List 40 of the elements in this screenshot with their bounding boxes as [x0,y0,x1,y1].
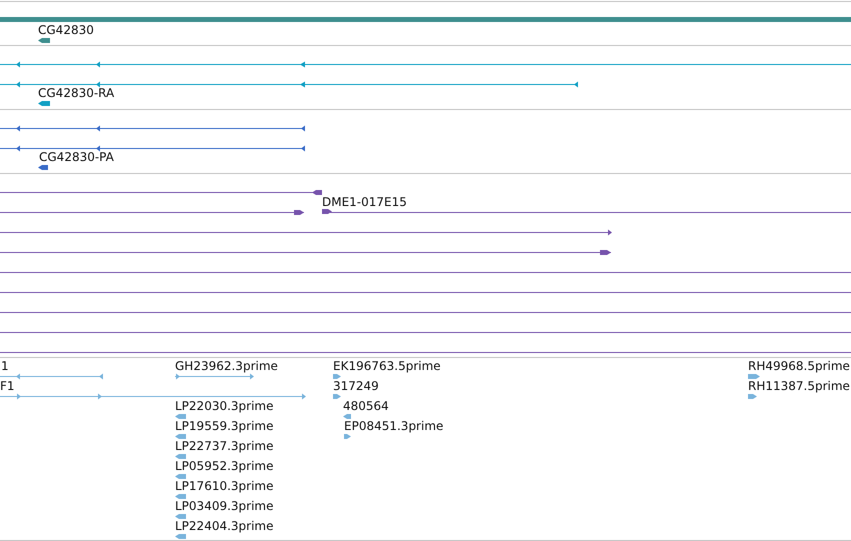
est-feature-glyph[interactable] [175,534,186,539]
est-feature-glyph[interactable] [174,374,254,380]
est-feature-glyph[interactable] [175,414,186,419]
protein-feature-glyph[interactable] [38,165,48,170]
est-feature-glyph[interactable] [175,514,186,519]
est-feature-glyph[interactable] [343,414,351,419]
est-feature-glyph[interactable] [344,434,351,439]
feature-label[interactable]: EK196763.5prime [333,359,441,373]
feature-label[interactable]: LP22404.3prime [175,519,274,533]
feature-label[interactable]: LP03409.3prime [175,499,274,513]
clone-feature-glyph[interactable] [322,209,332,214]
est-feature-glyph[interactable] [333,374,341,379]
feature-label[interactable]: LP05952.3prime [175,459,274,473]
feature-label[interactable]: LP22737.3prime [175,439,274,453]
feature-label[interactable]: 1 [1,359,9,373]
feature-label[interactable]: EP08451.3prime [344,419,444,433]
feature-label[interactable]: LP19559.3prime [175,419,274,433]
feature-label[interactable]: LP17610.3prime [175,479,274,493]
feature-label[interactable]: RH49968.5prime [748,359,850,373]
feature-label[interactable]: 317249 [333,379,379,393]
est-feature-glyph[interactable] [175,494,186,499]
feature-label[interactable]: CG42830-RA [38,86,114,100]
feature-label[interactable]: RH11387.5prime [748,379,850,393]
est-feature-glyph[interactable] [0,374,104,380]
transcript-feature-glyph[interactable] [38,101,50,106]
est-feature-glyph[interactable] [0,394,306,400]
feature-label[interactable]: CG42830-PA [39,150,114,164]
feature-label[interactable]: GH23962.3prime [175,359,278,373]
feature-label[interactable]: CG42830 [38,23,94,37]
est-feature-glyph[interactable] [748,394,757,399]
est-feature-glyph[interactable] [175,434,186,439]
est-feature-glyph[interactable] [175,474,186,479]
est-feature-glyph[interactable] [748,374,760,379]
feature-label[interactable]: 480564 [343,399,389,413]
est-feature-glyph[interactable] [333,394,341,399]
est-feature-glyph[interactable] [175,454,186,459]
feature-label[interactable]: F1 [0,379,15,393]
gene-feature-glyph[interactable] [38,38,50,43]
feature-label[interactable]: LP22030.3prime [175,399,274,413]
feature-label[interactable]: DME1-017E15 [322,195,407,209]
